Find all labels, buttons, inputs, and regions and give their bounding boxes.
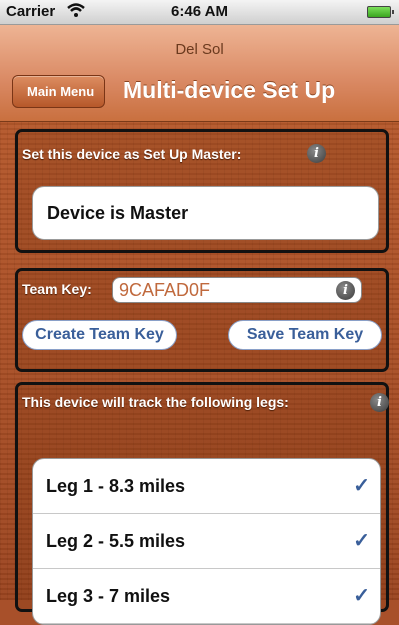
leg-row[interactable]: Leg 1 - 8.3 miles ✓ xyxy=(33,459,380,514)
leg-label: Leg 1 - 8.3 miles xyxy=(46,476,186,496)
save-team-key-button[interactable]: Save Team Key xyxy=(228,320,382,350)
leg-label: Leg 3 - 7 miles xyxy=(46,586,171,606)
leg-row[interactable]: Leg 3 - 7 miles ✓ xyxy=(33,569,380,624)
leg-row[interactable]: Leg 2 - 5.5 miles ✓ xyxy=(33,514,380,569)
navigation-bar: Del Sol Main Menu Multi-device Set Up xyxy=(0,25,399,122)
leg-label: Leg 2 - 5.5 miles xyxy=(46,531,186,551)
info-icon[interactable]: i xyxy=(336,281,355,300)
content-area: Set this device as Set Up Master: i Devi… xyxy=(0,122,399,625)
info-icon[interactable]: i xyxy=(370,393,389,412)
info-icon[interactable]: i xyxy=(307,144,326,163)
legs-label: This device will track the following leg… xyxy=(22,394,289,410)
nav-prompt: Del Sol xyxy=(175,41,224,58)
page-title: Multi-device Set Up xyxy=(123,77,336,103)
checkmark-icon: ✓ xyxy=(353,530,370,552)
team-key-panel: Team Key: 9CAFAD0F i Create Team Key Sav… xyxy=(15,268,389,372)
team-key-field[interactable]: 9CAFAD0F i xyxy=(112,277,362,303)
master-label: Set this device as Set Up Master: xyxy=(22,146,242,162)
team-key-value: 9CAFAD0F xyxy=(119,280,211,300)
status-bar: Carrier 6:46 AM xyxy=(0,0,399,25)
team-key-label: Team Key: xyxy=(22,281,92,297)
device-is-master-button[interactable]: Device is Master xyxy=(32,186,379,240)
battery-icon xyxy=(367,6,394,18)
clock: 6:46 AM xyxy=(171,3,228,20)
main-menu-back-button[interactable]: Main Menu xyxy=(12,75,106,108)
checkmark-icon: ✓ xyxy=(353,585,370,607)
master-panel: Set this device as Set Up Master: i Devi… xyxy=(15,129,389,253)
checkmark-icon: ✓ xyxy=(353,475,370,497)
legs-panel: This device will track the following leg… xyxy=(15,382,389,625)
create-team-key-button[interactable]: Create Team Key xyxy=(22,320,177,350)
